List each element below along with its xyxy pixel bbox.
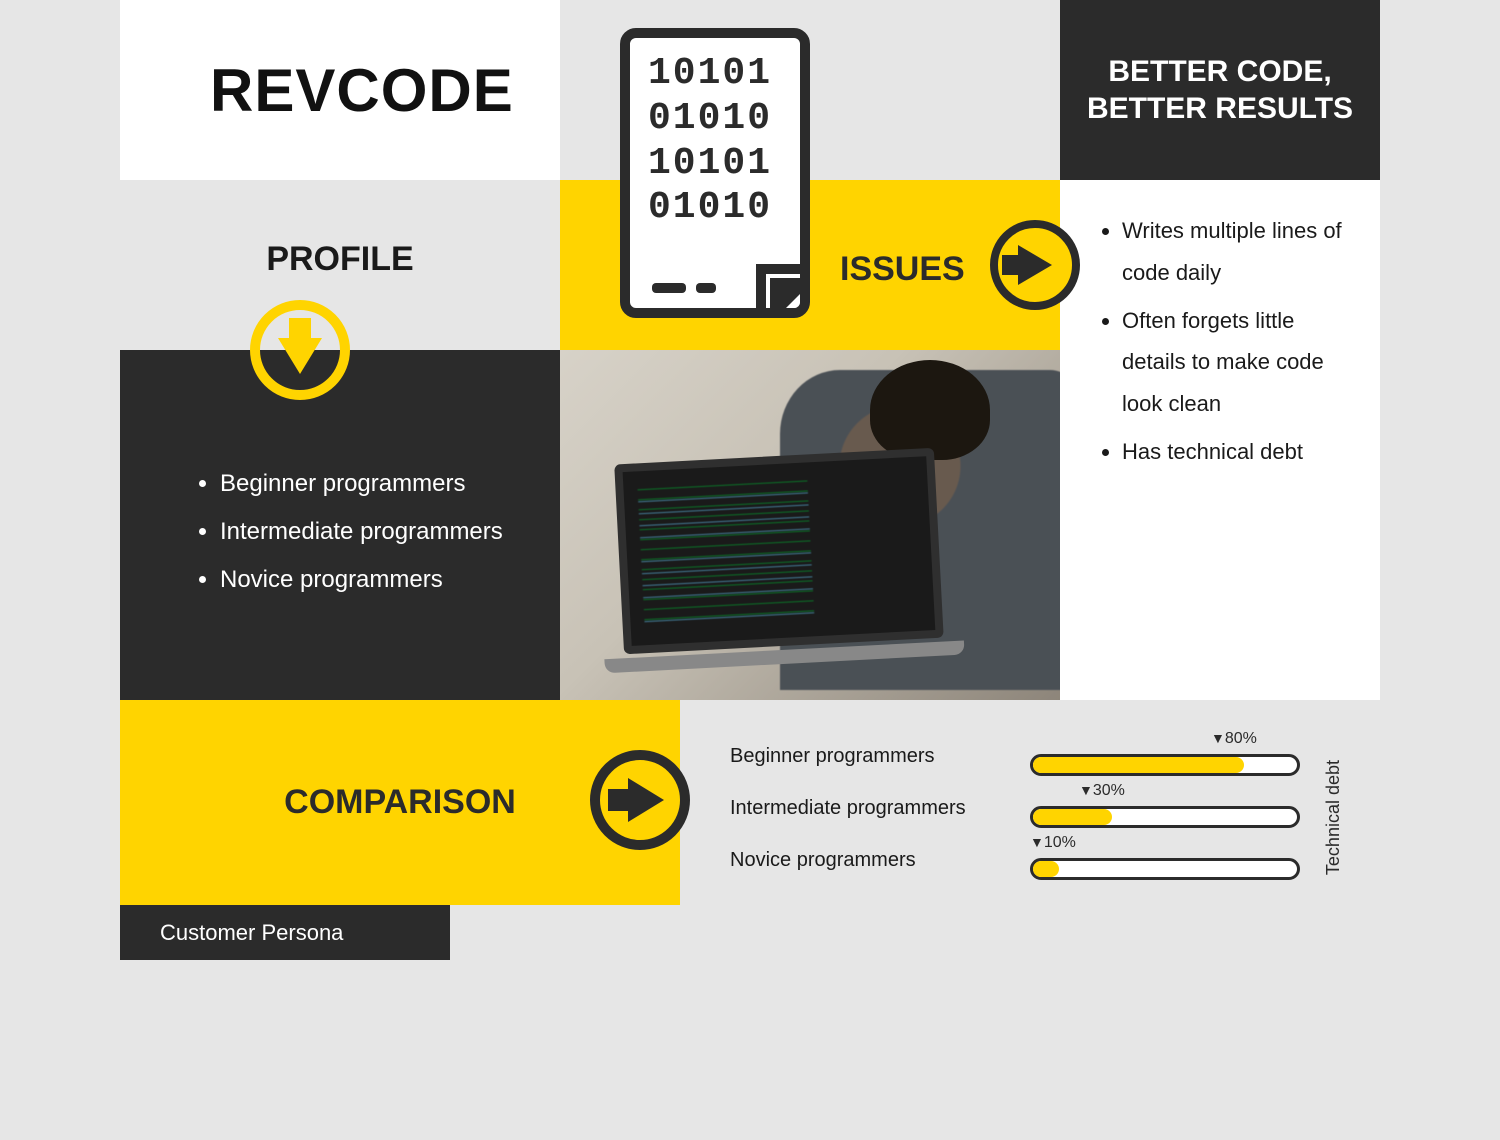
brand-name: REVCODE [210, 56, 514, 125]
footer-badge: Customer Persona [120, 905, 450, 960]
bar-value-label: ▼30% [1079, 782, 1125, 800]
issues-list: Writes multiple lines of code daily Ofte… [1122, 210, 1360, 473]
comparison-heading: COMPARISON [284, 783, 516, 822]
binary-row: 10101 [648, 52, 772, 95]
infographic: REVCODE BETTER CODE, BETTER RESULTS 1010… [120, 0, 1380, 960]
hero-photo [560, 350, 1060, 700]
profile-list-block: Beginner programmers Intermediate progra… [120, 350, 560, 700]
bar-fill [1033, 861, 1059, 877]
binary-document-icon: 10101 01010 10101 01010 [620, 28, 810, 328]
comparison-label: Beginner programmers [730, 730, 1030, 782]
arrow-down-icon [250, 300, 350, 400]
issues-item: Writes multiple lines of code daily [1122, 210, 1360, 294]
bar-row: ▼80% [1030, 734, 1320, 786]
binary-row: 01010 [648, 186, 772, 229]
footer-label: Customer Persona [160, 920, 343, 946]
footer-spacer [450, 905, 1380, 960]
tagline-block: BETTER CODE, BETTER RESULTS [1060, 0, 1380, 180]
bar-row: ▼10% [1030, 838, 1320, 890]
profile-heading: PROFILE [120, 180, 560, 279]
comparison-labels: Beginner programmers Intermediate progra… [730, 730, 1030, 895]
issues-list-block: Writes multiple lines of code daily Ofte… [1060, 180, 1380, 700]
arrow-right-icon [590, 750, 690, 850]
brand-block: REVCODE [120, 0, 560, 180]
comparison-label: Intermediate programmers [730, 782, 1030, 834]
comparison-label: Novice programmers [730, 834, 1030, 886]
arrow-right-icon [990, 220, 1080, 310]
bar-value-label: ▼10% [1030, 834, 1076, 852]
comparison-block: Beginner programmers Intermediate progra… [680, 700, 1380, 905]
comparison-axis-label: Technical debt [1323, 760, 1344, 875]
profile-item: Beginner programmers [220, 460, 530, 508]
issues-item: Often forgets little details to make cod… [1122, 300, 1360, 425]
bar-row: ▼30% [1030, 786, 1320, 838]
tagline-text: BETTER CODE, BETTER RESULTS [1087, 53, 1353, 128]
bar-fill [1033, 809, 1112, 825]
profile-item: Intermediate programmers [220, 508, 530, 556]
bar-fill [1033, 757, 1244, 773]
comparison-bars: ▼80% ▼30% ▼10% Technical debt [1030, 730, 1320, 895]
profile-item: Novice programmers [220, 556, 530, 604]
issues-item: Has technical debt [1122, 431, 1360, 473]
binary-row: 10101 [648, 142, 772, 185]
issues-heading: ISSUES [840, 250, 965, 289]
tagline-line2: BETTER RESULTS [1087, 92, 1353, 125]
bar-value-label: ▼80% [1211, 730, 1257, 748]
binary-row: 01010 [648, 97, 772, 140]
tagline-line1: BETTER CODE, [1108, 55, 1331, 88]
profile-list: Beginner programmers Intermediate progra… [220, 460, 530, 604]
